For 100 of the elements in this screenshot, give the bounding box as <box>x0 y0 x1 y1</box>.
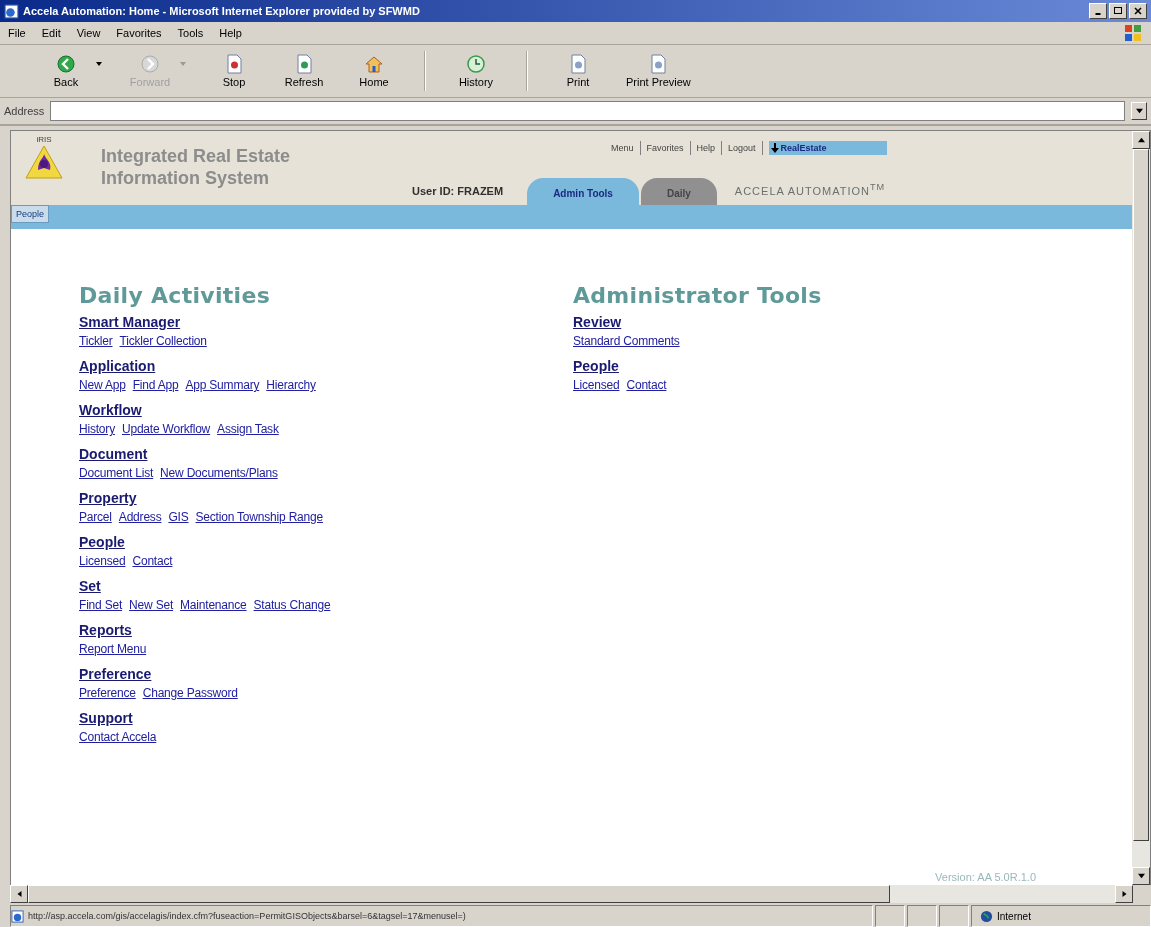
section-link[interactable]: Application <box>79 358 156 374</box>
link[interactable]: Find Set <box>79 598 123 616</box>
link[interactable]: Contact <box>626 378 667 396</box>
toolbar-button[interactable]: Home <box>344 50 404 92</box>
section-link[interactable]: Workflow <box>79 402 142 418</box>
column-heading: Daily Activities <box>79 283 272 308</box>
link[interactable]: New App <box>79 378 126 396</box>
minimize-button[interactable] <box>1089 3 1107 19</box>
column-heading: Administrator Tools <box>573 283 823 308</box>
menu-item[interactable]: Tools <box>177 27 204 39</box>
section-link[interactable]: Smart Manager <box>79 314 181 330</box>
horizontal-scrollbar[interactable] <box>10 885 1151 903</box>
status-pane <box>907 905 937 927</box>
brand-name: ACCELA AUTOMATION$^{TM}$ <box>734 182 886 197</box>
link[interactable]: GIS <box>168 510 189 528</box>
link[interactable]: History <box>79 422 115 440</box>
page-icon <box>648 54 669 74</box>
link[interactable]: Tickler <box>79 334 113 352</box>
vertical-scrollbar[interactable] <box>1132 131 1150 885</box>
subnav-tab[interactable]: People <box>11 205 50 223</box>
menu-item[interactable]: File <box>8 27 26 39</box>
link[interactable]: Licensed <box>79 554 126 572</box>
link[interactable]: Address <box>118 510 162 528</box>
app-name: Integrated Real Estate Information System <box>101 145 291 189</box>
menu-item[interactable]: View <box>76 27 101 39</box>
link[interactable]: Preference <box>79 686 136 704</box>
link[interactable]: Parcel <box>79 510 112 528</box>
link[interactable]: New Set <box>129 598 174 616</box>
section-link[interactable]: People <box>79 534 125 550</box>
page-icon <box>568 54 588 74</box>
section-link[interactable]: People <box>573 358 619 374</box>
toolbar-button[interactable]: Refresh <box>274 50 334 92</box>
link[interactable]: Maintenance <box>180 598 247 616</box>
toolbar-button[interactable]: Print Preview <box>618 50 699 92</box>
link[interactable]: Change Password <box>142 686 238 704</box>
toolbar-button[interactable]: Back <box>36 50 110 92</box>
menu-item[interactable]: Help <box>219 27 242 39</box>
status-url: http://asp.accela.com/gis/accelagis/index.cfm?fuseaction=PermitGISObjects&barsel=6&tagsel=17&menusel=) <box>28 911 466 921</box>
top-link[interactable]: Help <box>696 143 716 153</box>
logo-caption: iRIS <box>36 135 52 144</box>
tab[interactable]: Admin Tools <box>527 178 639 205</box>
zone-text: Internet <box>997 910 1031 922</box>
link[interactable]: Standard Comments <box>573 334 680 352</box>
scroll-left-icon[interactable] <box>15 891 23 897</box>
link[interactable]: Find App <box>132 378 179 396</box>
link[interactable]: App Summary <box>185 378 260 396</box>
address-dropdown-button[interactable] <box>1131 102 1147 120</box>
close-button[interactable] <box>1129 3 1147 19</box>
link[interactable]: Report Menu <box>79 642 147 660</box>
scroll-right-icon[interactable] <box>1120 891 1128 897</box>
toolbar-button[interactable]: Print <box>548 50 608 92</box>
menu-item[interactable]: Edit <box>41 27 61 39</box>
maximize-button[interactable] <box>1109 3 1127 19</box>
scroll-down-icon[interactable] <box>1137 873 1145 879</box>
section-link[interactable]: Property <box>79 490 137 506</box>
menu-item[interactable]: Favorites <box>116 27 162 39</box>
maximize-icon <box>1113 6 1123 16</box>
download-arrow-icon <box>770 143 779 153</box>
link[interactable]: Section Township Range <box>195 510 323 528</box>
link[interactable]: Update Workflow <box>121 422 211 440</box>
status-pane <box>939 905 969 927</box>
link[interactable]: Contact Accela <box>79 730 157 748</box>
top-link[interactable]: RealEstate <box>768 141 887 155</box>
status-pane <box>875 905 905 927</box>
scroll-up-icon[interactable] <box>1137 137 1145 143</box>
user-id: User ID: FRAZEM <box>412 185 504 197</box>
link[interactable]: Licensed <box>573 378 620 396</box>
top-link[interactable]: Favorites <box>646 143 684 153</box>
address-field[interactable] <box>50 101 1125 121</box>
link[interactable]: New Documents/Plans <box>160 466 278 484</box>
section-link[interactable]: Review <box>573 314 622 330</box>
section-link[interactable]: Set <box>79 578 101 594</box>
page-icon <box>224 54 244 74</box>
globe-icon <box>980 909 993 923</box>
section-link[interactable]: Support <box>79 710 133 726</box>
browser-icon <box>4 3 19 19</box>
link[interactable]: Tickler Collection <box>119 334 207 352</box>
page-icon <box>294 54 314 74</box>
house-icon <box>364 54 384 74</box>
section-link[interactable]: Document <box>79 446 148 462</box>
link[interactable]: Contact <box>132 554 173 572</box>
close-icon <box>1133 6 1143 16</box>
minimize-icon <box>1095 13 1101 15</box>
link[interactable]: Document List <box>79 466 154 484</box>
link[interactable]: Status Change <box>253 598 331 616</box>
arrow-circle-icon <box>140 54 160 74</box>
top-link[interactable]: Menu <box>611 143 634 153</box>
toolbar-button[interactable]: Stop <box>204 50 264 92</box>
caret-icon <box>1135 108 1143 114</box>
link[interactable]: Hierarchy <box>266 378 316 396</box>
address-label: Address <box>4 105 45 117</box>
section-link[interactable]: Reports <box>79 622 132 638</box>
arrow-circle-icon <box>56 54 76 74</box>
dropdown-arrow-icon[interactable] <box>96 62 102 66</box>
version-text: Version: AA 5.0R.1.0 <box>935 871 1036 883</box>
logo-icon <box>24 144 64 180</box>
top-link[interactable]: Logout <box>728 143 756 153</box>
toolbar-button[interactable]: History <box>446 50 506 92</box>
section-link[interactable]: Preference <box>79 666 152 682</box>
link[interactable]: Assign Task <box>217 422 279 440</box>
